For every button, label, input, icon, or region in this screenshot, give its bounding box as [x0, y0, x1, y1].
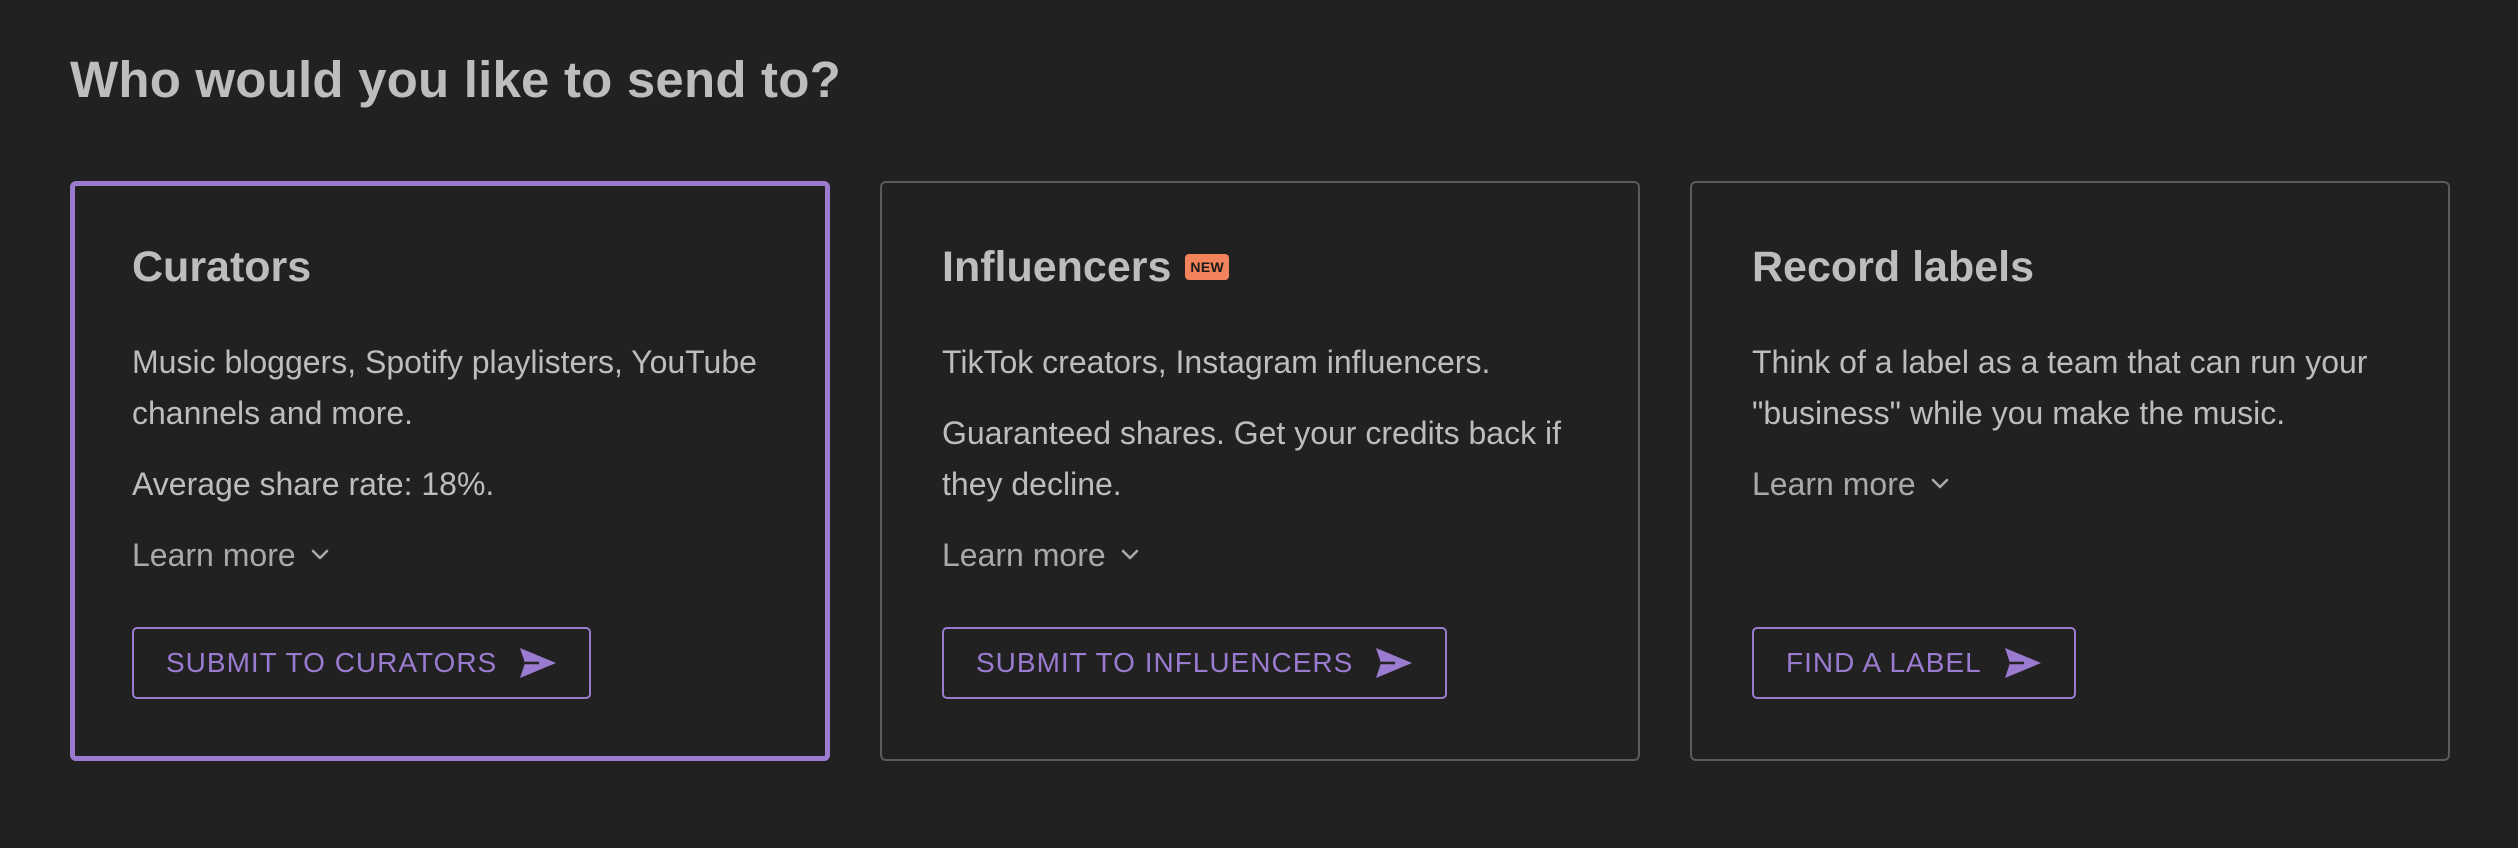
card-description: Music bloggers, Spotify playlisters, You… — [132, 344, 757, 431]
learn-more-label: Learn more — [132, 537, 296, 573]
card-influencers[interactable]: Influencers NEW TikTok creators, Instagr… — [880, 181, 1640, 761]
chevron-down-icon — [310, 548, 330, 562]
recipient-options: Curators Music bloggers, Spotify playlis… — [70, 181, 2450, 761]
send-icon — [519, 647, 557, 679]
submit-to-influencers-button[interactable]: SUBMIT TO INFLUENCERS — [942, 627, 1448, 699]
learn-more-label: Learn more — [942, 537, 1106, 573]
card-record-labels[interactable]: Record labels Think of a label as a team… — [1690, 181, 2450, 761]
submit-button-label: SUBMIT TO CURATORS — [166, 647, 498, 678]
card-title-curators: Curators — [132, 239, 768, 295]
card-title-influencers: Influencers NEW — [942, 239, 1578, 295]
chevron-down-icon — [1120, 548, 1140, 562]
chevron-down-icon — [1930, 477, 1950, 491]
guarantee-text: Guaranteed shares. Get your credits back… — [942, 415, 1561, 502]
send-icon — [2004, 647, 2042, 679]
learn-more-curators[interactable]: Learn more — [132, 530, 330, 580]
card-description: TikTok creators, Instagram influencers. — [942, 344, 1491, 380]
share-rate-text: Average share rate: 18%. — [132, 466, 495, 502]
send-icon — [1375, 647, 1413, 679]
new-badge: NEW — [1185, 254, 1229, 280]
learn-more-label: Learn more — [1752, 466, 1916, 502]
submit-button-label: FIND A LABEL — [1786, 647, 1982, 678]
card-title-record-labels: Record labels — [1752, 239, 2388, 295]
find-a-label-button[interactable]: FIND A LABEL — [1752, 627, 2076, 699]
card-description: Think of a label as a team that can run … — [1752, 344, 2368, 431]
submit-button-label: SUBMIT TO INFLUENCERS — [976, 647, 1354, 678]
submit-to-curators-button[interactable]: SUBMIT TO CURATORS — [132, 627, 592, 699]
page-title: Who would you like to send to? — [70, 51, 841, 108]
card-title-text: Influencers — [942, 242, 1172, 291]
learn-more-influencers[interactable]: Learn more — [942, 530, 1140, 580]
card-title-text: Record labels — [1752, 242, 2034, 291]
card-curators[interactable]: Curators Music bloggers, Spotify playlis… — [70, 181, 830, 761]
learn-more-record-labels[interactable]: Learn more — [1752, 459, 1950, 509]
card-title-text: Curators — [132, 242, 312, 291]
